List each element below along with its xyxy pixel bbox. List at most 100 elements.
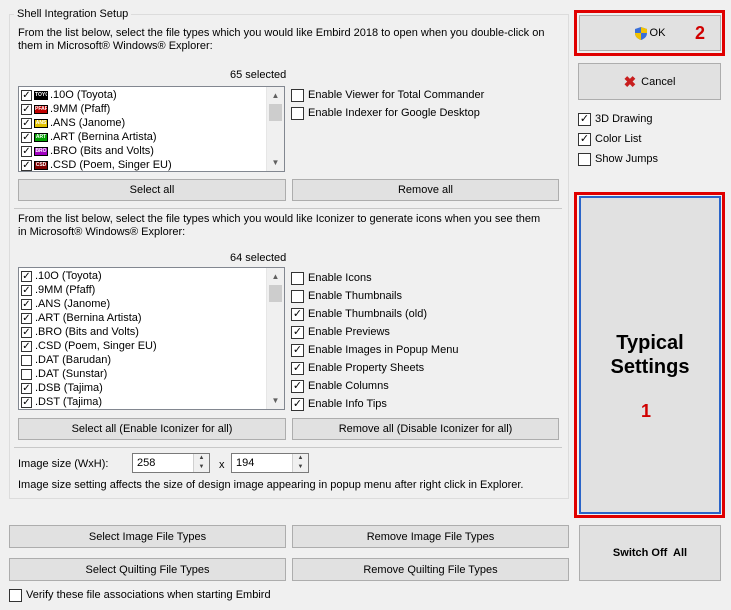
scroll-up-arrow-icon[interactable]: ▲ xyxy=(267,87,284,104)
file-type-icon: PFAFF xyxy=(34,104,48,114)
embird-list-item-label: .ART (Bernina Artista) xyxy=(50,131,157,143)
embird-list-scrollbar[interactable]: ▲ ▼ xyxy=(266,87,284,171)
switch-off-all-button[interactable]: Switch Off All xyxy=(579,525,721,581)
enable-indexer-google-desktop-checkbox[interactable]: Enable Indexer for Google Desktop xyxy=(291,105,480,121)
color-list-checkbox[interactable]: Color List xyxy=(578,131,641,147)
checkbox-icon[interactable] xyxy=(21,298,32,310)
scroll-down-arrow-icon[interactable]: ▼ xyxy=(267,392,284,409)
iconizer-option-checkbox[interactable]: Enable Thumbnails xyxy=(291,288,402,304)
iconizer-list-item[interactable]: .BRO (Bits and Volts) xyxy=(19,325,284,339)
iconizer-file-type-list[interactable]: .10O (Toyota) .9MM (Pfaff) .ANS (Janome) .A… xyxy=(18,267,285,410)
checkbox-icon[interactable] xyxy=(291,325,304,339)
checkbox-icon[interactable] xyxy=(291,106,304,120)
image-width-spinner[interactable]: 258 ▲ ▼ xyxy=(132,453,210,473)
checkbox-icon[interactable] xyxy=(21,284,32,296)
scroll-thumb[interactable] xyxy=(269,104,282,121)
checkbox-icon[interactable] xyxy=(21,270,32,282)
show-jumps-checkbox[interactable]: Show Jumps xyxy=(578,151,658,167)
scroll-up-arrow-icon[interactable]: ▲ xyxy=(267,268,284,285)
checkbox-icon[interactable] xyxy=(291,88,304,102)
embird-list-item-label: .9MM (Pfaff) xyxy=(50,103,111,115)
embird-selected-count: 65 selected xyxy=(230,69,287,81)
select-all-iconizer-button[interactable]: Select all (Enable Iconizer for all) xyxy=(18,418,286,440)
iconizer-list-item-label: .ART (Bernina Artista) xyxy=(35,312,142,324)
embird-list-item[interactable]: ART.ART (Bernina Artista) xyxy=(19,130,284,144)
checkbox-icon[interactable] xyxy=(21,382,32,394)
iconizer-list-item-label: .10O (Toyota) xyxy=(35,270,102,282)
spin-up-icon[interactable]: ▲ xyxy=(293,454,308,463)
checkbox-icon[interactable] xyxy=(21,396,32,408)
checkbox-icon[interactable] xyxy=(9,588,22,602)
enable-viewer-total-commander-checkbox[interactable]: Enable Viewer for Total Commander xyxy=(291,87,484,103)
iconizer-list-scrollbar[interactable]: ▲ ▼ xyxy=(266,268,284,409)
iconizer-list-item[interactable]: .DAT (Barudan) xyxy=(19,353,284,367)
checkbox-icon[interactable] xyxy=(21,326,32,338)
enable-viewer-total-commander-label: Enable Viewer for Total Commander xyxy=(308,89,485,101)
verify-associations-checkbox[interactable]: Verify these file associations when star… xyxy=(9,587,271,603)
iconizer-option-checkbox[interactable]: Enable Thumbnails (old) xyxy=(291,306,427,322)
iconizer-option-checkbox[interactable]: Enable Images in Popup Menu xyxy=(291,342,458,358)
embird-list-item[interactable]: PFAFF.9MM (Pfaff) xyxy=(19,102,284,116)
iconizer-option-checkbox[interactable]: Enable Columns xyxy=(291,378,389,394)
checkbox-icon[interactable] xyxy=(291,289,304,303)
iconizer-list-item-label: .DAT (Barudan) xyxy=(35,354,112,366)
checkbox-icon[interactable] xyxy=(291,271,304,285)
iconizer-option-checkbox[interactable]: Enable Icons xyxy=(291,270,372,286)
spin-down-icon[interactable]: ▼ xyxy=(194,463,209,472)
checkbox-icon[interactable] xyxy=(21,131,32,143)
iconizer-list-item[interactable]: .DSB (Tajima) xyxy=(19,381,284,395)
iconizer-list-item[interactable]: .9MM (Pfaff) xyxy=(19,283,284,297)
iconizer-list-item[interactable]: .ANS (Janome) xyxy=(19,297,284,311)
select-quilting-file-types-label: Select Quilting File Types xyxy=(85,563,210,576)
iconizer-list-item[interactable]: .DAT (Sunstar) xyxy=(19,367,284,381)
checkbox-icon[interactable] xyxy=(291,379,304,393)
embird-list-item[interactable]: ANS.ANS (Janome) xyxy=(19,116,284,130)
spin-up-icon[interactable]: ▲ xyxy=(194,454,209,463)
3d-drawing-checkbox[interactable]: 3D Drawing xyxy=(578,111,652,127)
checkbox-icon[interactable] xyxy=(291,397,304,411)
iconizer-option-checkbox[interactable]: Enable Previews xyxy=(291,324,390,340)
remove-quilting-file-types-button[interactable]: Remove Quilting File Types xyxy=(292,558,569,581)
embird-list-item[interactable]: CSD.CSD (Poem, Singer EU) xyxy=(19,158,284,171)
scroll-thumb[interactable] xyxy=(269,285,282,302)
checkbox-icon[interactable] xyxy=(21,89,32,101)
remove-image-file-types-button[interactable]: Remove Image File Types xyxy=(292,525,569,548)
select-quilting-file-types-button[interactable]: Select Quilting File Types xyxy=(9,558,286,581)
checkbox-icon[interactable] xyxy=(291,343,304,357)
annotation-marker-1: 1 xyxy=(641,401,652,421)
spin-down-icon[interactable]: ▼ xyxy=(293,463,308,472)
section-divider xyxy=(14,447,562,448)
embird-file-type-list[interactable]: TOYO.10O (Toyota)PFAFF.9MM (Pfaff)ANS.AN… xyxy=(18,86,285,172)
select-all-button[interactable]: Select all xyxy=(18,179,286,201)
checkbox-icon[interactable] xyxy=(291,361,304,375)
checkbox-icon[interactable] xyxy=(21,145,32,157)
image-height-value[interactable]: 194 xyxy=(236,457,254,469)
checkbox-icon[interactable] xyxy=(21,368,32,380)
remove-all-button[interactable]: Remove all xyxy=(292,179,559,201)
checkbox-icon[interactable] xyxy=(21,312,32,324)
checkbox-icon[interactable] xyxy=(578,112,591,126)
iconizer-option-checkbox[interactable]: Enable Property Sheets xyxy=(291,360,424,376)
image-width-value[interactable]: 258 xyxy=(137,457,155,469)
select-all-iconizer-label: Select all (Enable Iconizer for all) xyxy=(71,423,233,435)
select-image-file-types-button[interactable]: Select Image File Types xyxy=(9,525,286,548)
scroll-down-arrow-icon[interactable]: ▼ xyxy=(267,154,284,171)
image-height-spinner[interactable]: 194 ▲ ▼ xyxy=(231,453,309,473)
checkbox-icon[interactable] xyxy=(21,159,32,171)
checkbox-icon[interactable] xyxy=(21,354,32,366)
iconizer-list-item[interactable]: .DST (Tajima) xyxy=(19,395,284,409)
checkbox-icon[interactable] xyxy=(21,103,32,115)
checkbox-icon[interactable] xyxy=(578,152,591,166)
iconizer-list-item[interactable]: .10O (Toyota) xyxy=(19,269,284,283)
checkbox-icon[interactable] xyxy=(578,132,591,146)
remove-all-iconizer-button[interactable]: Remove all (Disable Iconizer for all) xyxy=(292,418,559,440)
checkbox-icon[interactable] xyxy=(291,307,304,321)
cancel-button[interactable]: ✖ Cancel xyxy=(578,63,721,100)
embird-list-item[interactable]: BRO.BRO (Bits and Volts) xyxy=(19,144,284,158)
checkbox-icon[interactable] xyxy=(21,340,32,352)
embird-list-item[interactable]: TOYO.10O (Toyota) xyxy=(19,88,284,102)
checkbox-icon[interactable] xyxy=(21,117,32,129)
iconizer-list-item[interactable]: .CSD (Poem, Singer EU) xyxy=(19,339,284,353)
iconizer-option-checkbox[interactable]: Enable Info Tips xyxy=(291,396,387,412)
iconizer-list-item[interactable]: .ART (Bernina Artista) xyxy=(19,311,284,325)
